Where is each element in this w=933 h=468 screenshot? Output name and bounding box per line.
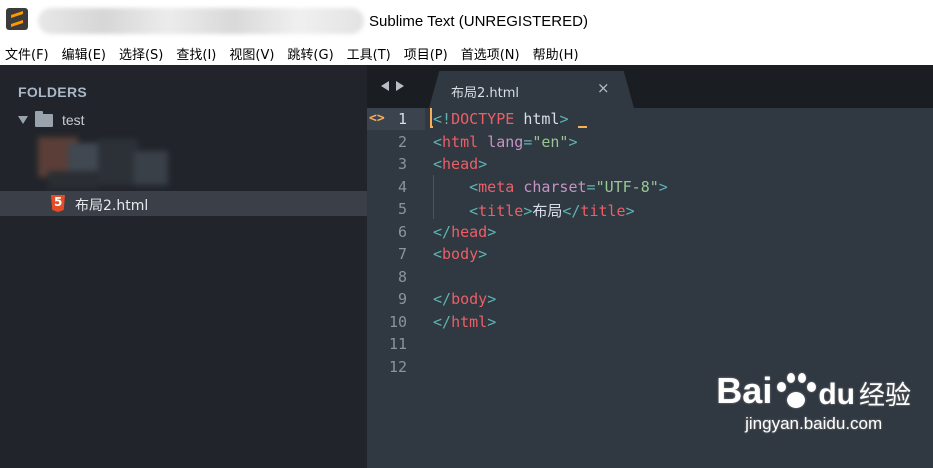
line-number: 10	[388, 312, 407, 331]
menu-find[interactable]: 查找(I)	[176, 44, 216, 63]
blurred-file-path	[38, 8, 364, 34]
sidebar-file-item[interactable]: 布局2.html	[0, 191, 367, 216]
menu-file[interactable]: 文件(F)	[5, 44, 49, 63]
code-line[interactable]: 8	[367, 266, 933, 288]
code-text: <meta charset="UTF-8">	[469, 177, 668, 196]
line-number: 6	[397, 222, 407, 241]
baidu-jingyan-watermark: Bai du 经验 jingyan.baidu.com	[716, 370, 911, 434]
text-cursor	[430, 108, 433, 128]
menu-view[interactable]: 视图(V)	[229, 44, 274, 63]
line-number-cell: 4	[367, 176, 407, 198]
code-text: <title>布局</title>	[469, 202, 635, 220]
folder-name: test	[62, 112, 85, 128]
code-line[interactable]: 11	[367, 333, 933, 355]
line-number: 8	[397, 267, 407, 286]
bracket-match-underline	[578, 126, 587, 128]
code-line[interactable]: 7 <body>	[367, 243, 933, 265]
line-number: 2	[397, 132, 407, 151]
line-number-cell: 9	[367, 288, 407, 310]
disclosure-triangle-icon[interactable]	[18, 116, 28, 124]
sidebar-folder-test[interactable]: test	[18, 110, 85, 130]
code-line[interactable]: 10 </html>	[367, 311, 933, 333]
window-title: Sublime Text (UNREGISTERED)	[369, 13, 588, 30]
folders-heading: FOLDERS	[18, 84, 87, 100]
menu-preferences[interactable]: 首选项(N)	[461, 44, 520, 63]
code-line[interactable]: 4 <meta charset="UTF-8">	[367, 176, 933, 198]
line-number-cell: 11	[367, 333, 407, 355]
line-number-cell: 12	[367, 356, 407, 378]
line-number-cell: 2	[367, 131, 407, 153]
sublime-logo-icon	[6, 8, 28, 30]
watermark-cn: 经验	[858, 381, 911, 411]
line-number: 5	[397, 200, 407, 218]
watermark-brand-2: du	[818, 378, 855, 411]
code-line[interactable]: 5 <title>布局</title>	[367, 198, 933, 220]
line-number: 12	[388, 357, 407, 376]
line-number-cell: 10	[367, 311, 407, 333]
line-number: 11	[388, 335, 407, 353]
code-line[interactable]: 9 </body>	[367, 288, 933, 310]
file-name: 布局2.html	[75, 198, 149, 214]
menu-edit[interactable]: 编辑(E)	[62, 44, 106, 63]
line-number-cell: 8	[367, 266, 407, 288]
menu-bar: 文件(F) 编辑(E) 选择(S) 查找(I) 视图(V) 跳转(G) 工具(T…	[0, 42, 933, 65]
arrow-left-icon[interactable]	[381, 81, 389, 91]
line-number: 9	[397, 290, 407, 308]
code-text: <body>	[433, 245, 488, 263]
menu-help[interactable]: 帮助(H)	[533, 44, 579, 63]
watermark-url: jingyan.baidu.com	[745, 414, 883, 433]
baidu-logo: Bai du 经验	[716, 370, 911, 412]
code-line[interactable]: 2 <html lang="en">	[367, 131, 933, 153]
line-number-cell: 6	[367, 221, 407, 243]
line-number-cell: 5	[367, 198, 407, 220]
line-number: 3	[397, 155, 407, 173]
watermark-brand: Bai	[716, 370, 773, 411]
sidebar: FOLDERS test 布局2.html	[0, 65, 367, 468]
folder-icon	[35, 110, 53, 127]
code-text: </body>	[433, 290, 497, 308]
line-number: 4	[397, 177, 407, 196]
menu-goto[interactable]: 跳转(G)	[287, 44, 333, 63]
html5-icon	[51, 195, 65, 212]
line-number-cell: 3	[367, 153, 407, 175]
paw-icon	[773, 372, 817, 412]
menu-project[interactable]: 项目(P)	[404, 44, 448, 63]
code-line[interactable]: 3 <head>	[367, 153, 933, 175]
line-number: 7	[397, 245, 407, 263]
code-text: </html>	[433, 312, 497, 331]
blurred-sidebar-region	[38, 137, 170, 189]
code-text: <html lang="en">	[433, 132, 578, 151]
arrow-right-icon[interactable]	[396, 81, 404, 91]
code-line[interactable]: 6 </head>	[367, 221, 933, 243]
code-text: <head>	[433, 155, 488, 173]
bracket-match-icon: <>	[369, 111, 385, 126]
line-number-cell: 7	[367, 243, 407, 265]
code-line[interactable]: 1 <!DOCTYPE html>	[367, 108, 933, 130]
tab-label[interactable]: 布局2.html	[451, 82, 519, 101]
tab-bar: 布局2.html ×	[367, 65, 933, 108]
tab-nav-arrows	[381, 81, 404, 91]
menu-selection[interactable]: 选择(S)	[119, 44, 163, 63]
close-icon[interactable]: ×	[597, 79, 610, 97]
menu-tools[interactable]: 工具(T)	[347, 44, 391, 63]
code-text: </head>	[433, 222, 497, 241]
code-text: <!DOCTYPE html>	[433, 110, 569, 128]
title-bar: Sublime Text (UNREGISTERED)	[0, 0, 933, 42]
